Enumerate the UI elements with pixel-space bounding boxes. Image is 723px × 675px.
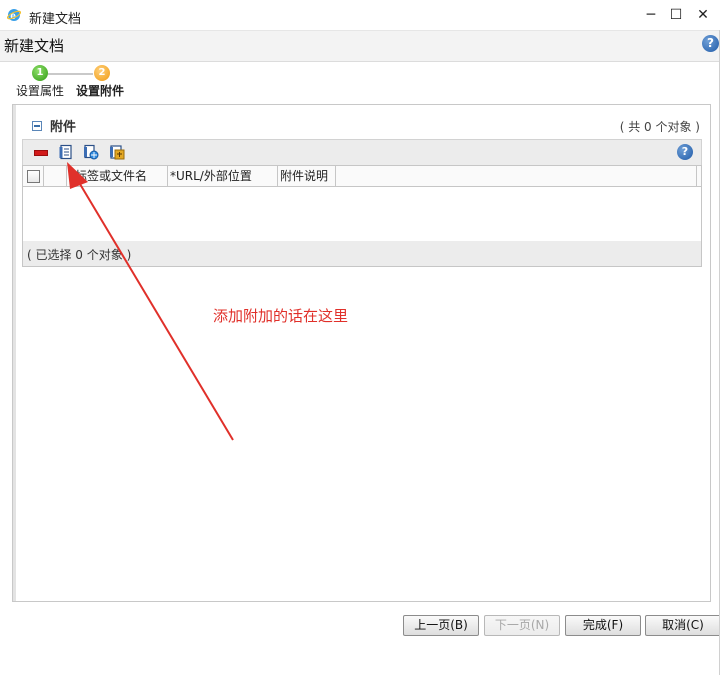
finish-button[interactable]: 完成(F) xyxy=(565,615,641,636)
wizard-buttons: 上一页(B) 下一页(N) 完成(F) 取消(C) xyxy=(0,612,723,638)
cancel-button[interactable]: 取消(C) xyxy=(645,615,721,636)
annotation-text: 添加附加的话在这里 xyxy=(213,307,349,325)
arrow-head-icon xyxy=(67,162,88,189)
window-right-edge xyxy=(719,30,723,675)
next-button[interactable]: 下一页(N) xyxy=(484,615,560,636)
prev-button[interactable]: 上一页(B) xyxy=(403,615,479,636)
annotation-arrow xyxy=(67,162,234,441)
